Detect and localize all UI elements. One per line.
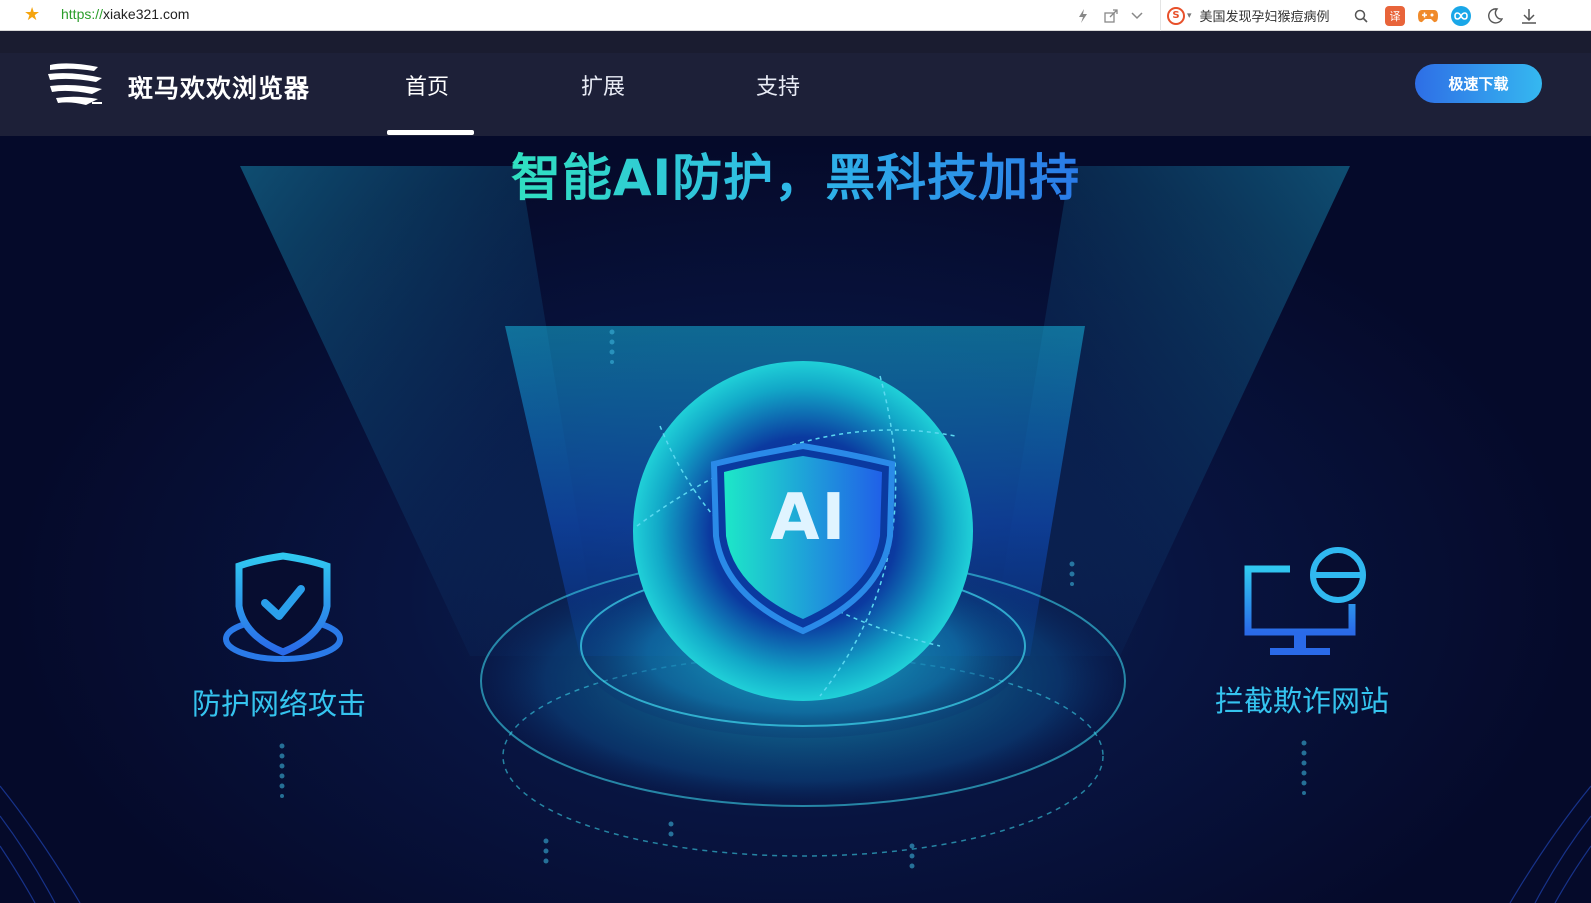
infinity-icon[interactable] bbox=[1450, 5, 1472, 27]
hero-section: 智能AI防护，黑科技加持 AI 防护网络攻击 拦截欺诈网站 bbox=[0, 136, 1591, 903]
browser-address-bar: ★ https://xiake321.com S ▾ 美国发现孕妇猴痘病例 译 bbox=[0, 0, 1591, 31]
engine-dropdown-icon[interactable]: ▾ bbox=[1187, 11, 1192, 21]
active-tab-indicator bbox=[387, 130, 474, 135]
zebra-logo[interactable] bbox=[48, 61, 104, 107]
gamepad-icon[interactable] bbox=[1417, 5, 1439, 27]
url-field[interactable]: https://xiake321.com bbox=[61, 6, 189, 22]
brand-name[interactable]: 斑马欢欢浏览器 bbox=[128, 69, 310, 105]
nav-support[interactable]: 支持 bbox=[756, 69, 800, 101]
download-button[interactable]: 极速下载 bbox=[1415, 64, 1542, 103]
site-header: 斑马欢欢浏览器 首页 扩展 支持 极速下载 bbox=[0, 53, 1591, 136]
chevron-down-icon[interactable] bbox=[1126, 5, 1148, 27]
tab-strip-divider bbox=[0, 31, 1591, 53]
address-actions bbox=[1072, 0, 1148, 31]
search-box[interactable]: S ▾ 美国发现孕妇猴痘病例 bbox=[1160, 0, 1330, 31]
feature-protect-attacks: 防护网络攻击 bbox=[192, 687, 367, 721]
nav-extensions[interactable]: 扩展 bbox=[581, 69, 625, 101]
share-icon[interactable] bbox=[1100, 5, 1122, 27]
lightning-icon[interactable] bbox=[1072, 5, 1094, 27]
toolbar-icons: 译 bbox=[1350, 0, 1540, 31]
feature-block-fraud: 拦截欺诈网站 bbox=[1215, 684, 1390, 718]
star-icon[interactable]: ★ bbox=[24, 5, 44, 25]
translate-icon[interactable]: 译 bbox=[1385, 5, 1405, 26]
search-icon[interactable] bbox=[1350, 5, 1372, 27]
sogou-icon[interactable]: S bbox=[1167, 6, 1185, 25]
shield-check-icon bbox=[223, 552, 343, 662]
download-icon[interactable] bbox=[1518, 5, 1540, 27]
news-headline[interactable]: 美国发现孕妇猴痘病例 bbox=[1200, 6, 1330, 25]
nav-home[interactable]: 首页 bbox=[405, 69, 449, 101]
ai-badge-text: AI bbox=[770, 481, 848, 555]
hero-headline: 智能AI防护，黑科技加持 bbox=[510, 149, 1081, 207]
moon-icon[interactable] bbox=[1484, 5, 1506, 27]
monitor-block-icon bbox=[1244, 547, 1366, 655]
